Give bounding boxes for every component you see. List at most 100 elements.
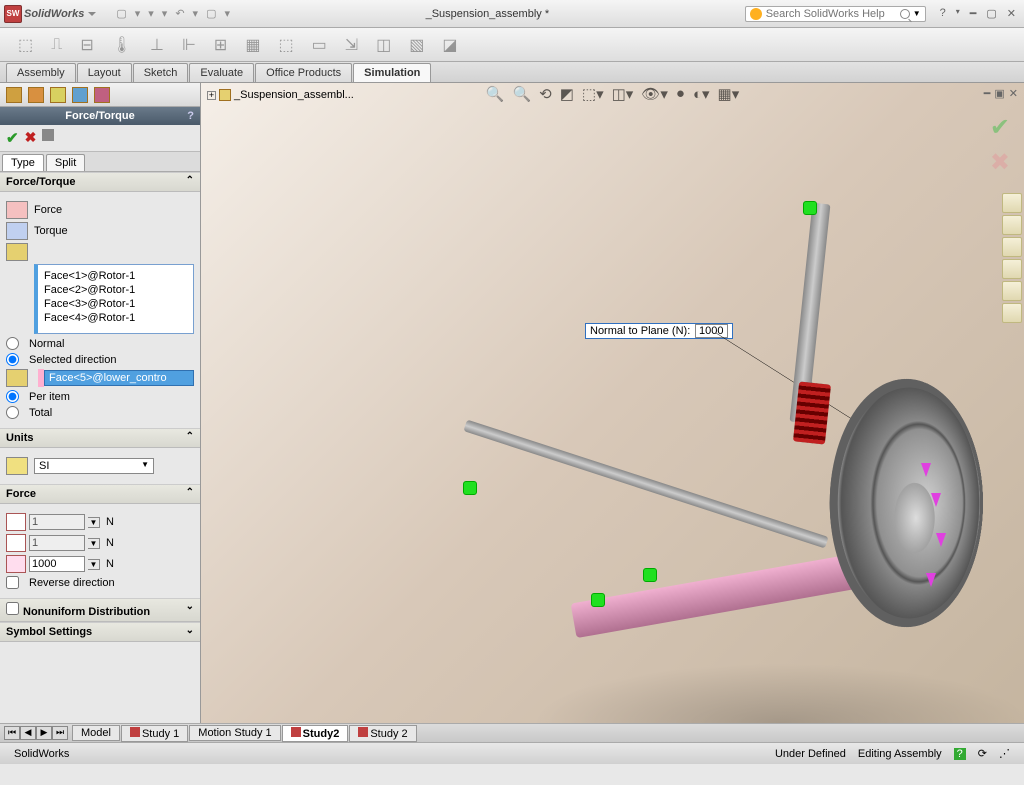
dropdown-icon[interactable]: ▼	[88, 538, 100, 549]
tab-prev-icon[interactable]: ◀	[20, 726, 36, 740]
radio-normal[interactable]	[6, 337, 19, 350]
dropdown-icon[interactable]: ▼	[88, 559, 100, 570]
section-units[interactable]: Units⌃	[0, 428, 200, 448]
tool-icon[interactable]: ⊥	[150, 35, 164, 55]
list-item[interactable]: Face<1>@Rotor-1	[42, 269, 189, 283]
list-item[interactable]: Face<3>@Rotor-1	[42, 297, 189, 311]
minimize-icon[interactable]: ━	[966, 7, 981, 20]
dim-manager-icon[interactable]	[72, 87, 88, 103]
close-icon[interactable]: ✕	[1003, 7, 1020, 20]
tab-layout[interactable]: Layout	[77, 63, 132, 82]
save-icon[interactable]: ▾	[148, 7, 154, 20]
zoom-fit-icon[interactable]: 🔍	[486, 85, 505, 103]
list-item[interactable]: Face<4>@Rotor-1	[42, 311, 189, 325]
section-symbol-settings[interactable]: Symbol Settings⌄	[0, 622, 200, 642]
zoom-area-icon[interactable]: 🔍	[512, 85, 531, 103]
tool-icon[interactable]: ⬚	[18, 35, 33, 55]
radio-selected-direction[interactable]	[6, 353, 19, 366]
resources-icon[interactable]	[1002, 193, 1022, 213]
tool-icon[interactable]: ◫	[376, 35, 391, 55]
ok-icon[interactable]: ✔	[6, 129, 19, 147]
tab-study2[interactable]: Study 2	[349, 725, 416, 742]
tool-icon[interactable]: ◪	[442, 35, 457, 55]
direction-face-field[interactable]: Face<5>@lower_contro	[44, 370, 194, 386]
section-force-torque[interactable]: Force/Torque⌃	[0, 172, 200, 192]
view-palette-icon[interactable]	[1002, 259, 1022, 279]
radio-total[interactable]	[6, 406, 19, 419]
tool-icon[interactable]: ▧	[409, 35, 424, 55]
tool-icon[interactable]: 🌡	[112, 35, 132, 55]
maximize-icon[interactable]: ▢	[982, 7, 1000, 20]
expand-icon[interactable]: +	[207, 91, 216, 100]
list-item[interactable]: Face<2>@Rotor-1	[42, 283, 189, 297]
file-explorer-icon[interactable]	[1002, 237, 1022, 257]
undo-icon[interactable]: ↶	[175, 7, 184, 20]
new-icon[interactable]: ▢	[116, 7, 126, 20]
reverse-direction-checkbox[interactable]	[6, 576, 19, 589]
rebuild-icon[interactable]: ▢	[206, 7, 216, 20]
view-orientation-icon[interactable]: ⬚▾	[582, 85, 604, 103]
force-z-input[interactable]	[29, 556, 85, 572]
section-view-icon[interactable]: ◩	[560, 85, 574, 103]
units-dropdown[interactable]: SI▼	[34, 458, 154, 474]
tab-simulation[interactable]: Simulation	[353, 63, 431, 82]
graphics-viewport[interactable]: + _Suspension_assembl... 🔍 🔍 ⟲ ◩ ⬚▾ ◫▾ 👁…	[201, 83, 1024, 723]
tab-motion-study1[interactable]: Motion Study 1	[189, 725, 280, 741]
tab-sketch[interactable]: Sketch	[133, 63, 189, 82]
radio-per-item[interactable]	[6, 390, 19, 403]
view-settings-icon[interactable]: ▦▾	[718, 85, 740, 103]
custom-props-icon[interactable]	[1002, 303, 1022, 323]
face-select-icon[interactable]	[6, 243, 28, 261]
help-search[interactable]: ▼	[745, 6, 926, 22]
section-force[interactable]: Force⌃	[0, 484, 200, 504]
property-manager-icon[interactable]	[28, 87, 44, 103]
options-icon[interactable]: ▾	[224, 7, 230, 20]
cancel-icon[interactable]: ✖	[25, 129, 37, 147]
tab-office-products[interactable]: Office Products	[255, 63, 352, 82]
redo-icon[interactable]: ▾	[193, 7, 199, 20]
display-style-icon[interactable]: ◫▾	[612, 85, 634, 103]
confirm-check-icon[interactable]: ✔	[990, 113, 1010, 142]
force-y-input[interactable]	[29, 535, 85, 551]
appearance-icon[interactable]: ●	[676, 85, 685, 103]
tab-study1[interactable]: Study 1	[121, 725, 188, 742]
force-icon[interactable]	[6, 201, 28, 219]
open-icon[interactable]: ▾	[135, 7, 141, 20]
scene-icon[interactable]: ◐▾	[693, 85, 710, 103]
torque-icon[interactable]	[6, 222, 28, 240]
tool-icon[interactable]: ⊩	[182, 35, 196, 55]
tab-study2-active[interactable]: Study2	[282, 725, 349, 742]
tab-last-icon[interactable]: ⏭	[52, 726, 68, 740]
help-icon[interactable]: ?	[936, 7, 950, 20]
dropdown-icon[interactable]: ▼	[88, 517, 100, 528]
pin-icon[interactable]	[42, 129, 54, 141]
face-selection-list[interactable]: Face<1>@Rotor-1 Face<2>@Rotor-1 Face<3>@…	[34, 264, 194, 334]
tool-icon[interactable]: ⇲	[345, 35, 358, 55]
tab-next-icon[interactable]: ▶	[36, 726, 52, 740]
display-manager-icon[interactable]	[94, 87, 110, 103]
tab-evaluate[interactable]: Evaluate	[189, 63, 254, 82]
app-logo[interactable]: SW SolidWorks	[4, 5, 96, 23]
tool-icon[interactable]: ⬚	[278, 35, 293, 55]
appearances-icon[interactable]	[1002, 281, 1022, 301]
hide-show-icon[interactable]: 👁▾	[641, 85, 668, 103]
section-nonuniform[interactable]: Nonuniform Distribution⌄	[0, 598, 200, 622]
tool-icon[interactable]: ⎍	[51, 36, 62, 54]
flyout-tree[interactable]: + _Suspension_assembl...	[201, 86, 360, 104]
force-x-input[interactable]	[29, 514, 85, 530]
tool-icon[interactable]: ⊞	[214, 35, 227, 55]
feature-tree-icon[interactable]	[6, 87, 22, 103]
search-input[interactable]	[766, 8, 896, 20]
tab-model[interactable]: Model	[72, 725, 120, 741]
viewport-close-icon[interactable]: ✕	[1009, 87, 1018, 100]
design-library-icon[interactable]	[1002, 215, 1022, 235]
tab-assembly[interactable]: Assembly	[6, 63, 76, 82]
tab-first-icon[interactable]: ⏮	[4, 726, 20, 740]
status-rebuild-icon[interactable]: ⟳	[978, 747, 987, 760]
tool-icon[interactable]: ▦	[245, 35, 260, 55]
print-icon[interactable]: ▾	[162, 7, 168, 20]
direction-select-icon[interactable]	[6, 369, 28, 387]
search-icon[interactable]	[900, 9, 910, 19]
status-help-icon[interactable]: ?	[954, 748, 966, 760]
tool-icon[interactable]: ⊟	[80, 35, 93, 55]
